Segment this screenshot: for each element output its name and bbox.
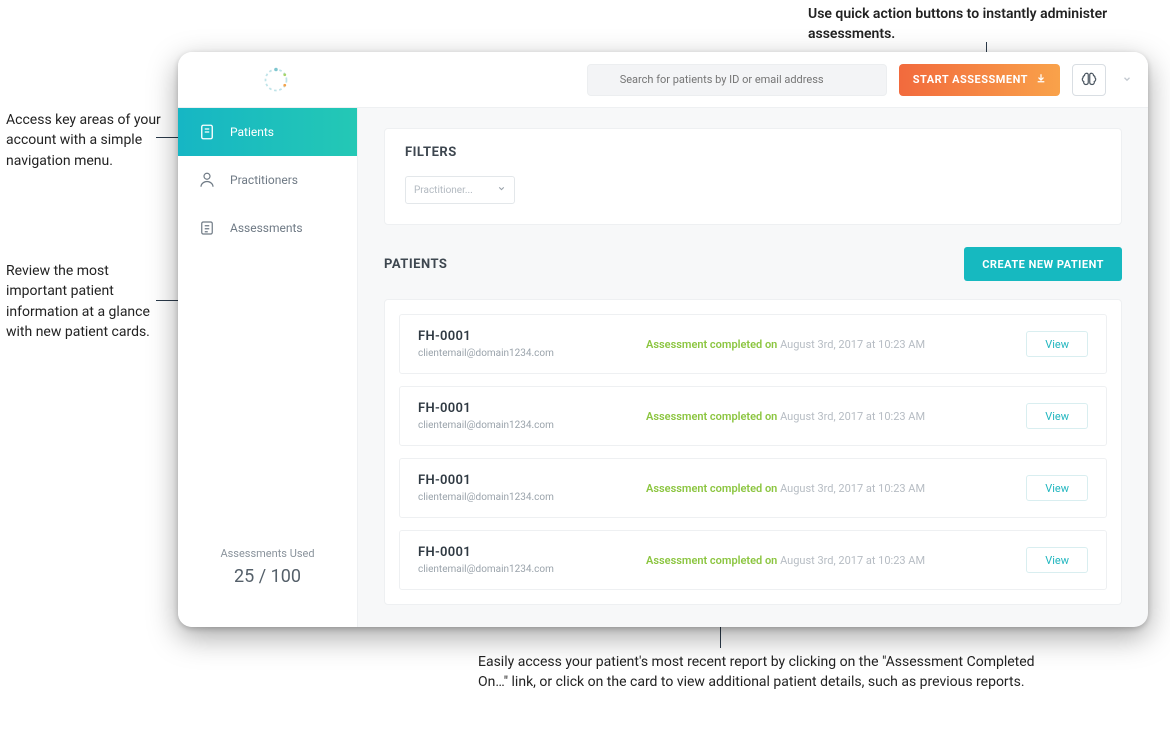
status-date: August 3rd, 2017 at 10:23 AM [780,554,925,567]
status-text: Assessment completed on [646,338,777,351]
view-button[interactable]: View [1026,403,1088,429]
practitioner-filter-select[interactable]: Practitioner... [405,176,515,204]
patients-icon [196,123,218,141]
app-body: Patients Practitioners Assessments Asses… [178,108,1148,627]
chevron-down-icon [497,184,506,196]
patient-id: FH-0001 [418,329,628,344]
filters-panel: FILTERS Practitioner... [384,128,1122,225]
search-input[interactable] [587,64,887,96]
patient-id: FH-0001 [418,401,628,416]
search-box [587,64,887,96]
status-date: August 3rd, 2017 at 10:23 AM [780,338,925,351]
status-date: August 3rd, 2017 at 10:23 AM [780,482,925,495]
annotation-top: Use quick action buttons to instantly ad… [808,4,1108,45]
patients-title: PATIENTS [384,257,447,272]
brain-button[interactable] [1072,64,1106,96]
app-window: START ASSESSMENT Patients [178,52,1148,627]
patient-card[interactable]: FH-0001 clientemail@domain1234.com Asses… [399,386,1107,446]
assessments-icon [196,219,218,237]
patient-id: FH-0001 [418,473,628,488]
create-new-patient-button[interactable]: CREATE NEW PATIENT [964,247,1122,281]
patient-status[interactable]: Assessment completed on August 3rd, 2017… [646,338,1008,351]
patient-card[interactable]: FH-0001 clientemail@domain1234.com Asses… [399,530,1107,590]
patient-email: clientemail@domain1234.com [418,420,628,431]
filters-title: FILTERS [385,129,1121,176]
sidebar-item-label: Patients [230,125,274,139]
view-button[interactable]: View [1026,475,1088,501]
patient-email: clientemail@domain1234.com [418,564,628,575]
patient-status[interactable]: Assessment completed on August 3rd, 2017… [646,554,1008,567]
usage-label: Assessments Used [188,547,347,560]
practitioner-filter-label: Practitioner... [414,185,473,196]
view-button[interactable]: View [1026,547,1088,573]
patients-section: PATIENTS CREATE NEW PATIENT FH-0001 clie… [384,247,1122,605]
status-date: August 3rd, 2017 at 10:23 AM [780,410,925,423]
patient-email: clientemail@domain1234.com [418,492,628,503]
annotation-left-nav: Access key areas of your account with a … [6,110,166,171]
patient-id: FH-0001 [418,545,628,560]
logo-icon [262,66,290,94]
sidebar-item-label: Practitioners [230,173,298,187]
patients-list: FH-0001 clientemail@domain1234.com Asses… [384,299,1122,605]
sidebar-item-label: Assessments [230,221,303,235]
status-text: Assessment completed on [646,554,777,567]
annotation-left-cards: Review the most important patient inform… [6,261,166,342]
patient-email: clientemail@domain1234.com [418,348,628,359]
usage-meter: Assessments Used 25 / 100 [178,517,357,627]
sidebar: Patients Practitioners Assessments Asses… [178,108,358,627]
sidebar-item-patients[interactable]: Patients [178,108,357,156]
patient-status[interactable]: Assessment completed on August 3rd, 2017… [646,410,1008,423]
topbar: START ASSESSMENT [178,52,1148,108]
logo [194,66,358,94]
patient-card[interactable]: FH-0001 clientemail@domain1234.com Asses… [399,314,1107,374]
usage-count: 25 / 100 [188,566,347,587]
status-text: Assessment completed on [646,482,777,495]
patient-card[interactable]: FH-0001 clientemail@domain1234.com Asses… [399,458,1107,518]
sidebar-item-practitioners[interactable]: Practitioners [178,156,357,204]
brain-icon [1080,71,1098,89]
start-assessment-label: START ASSESSMENT [913,73,1028,86]
annotation-bottom: Easily access your patient's most recent… [478,652,1038,693]
sidebar-item-assessments[interactable]: Assessments [178,204,357,252]
start-assessment-button[interactable]: START ASSESSMENT [899,64,1060,96]
download-icon [1036,73,1046,86]
content-area: FILTERS Practitioner... PATIENTS CREATE … [358,108,1148,627]
practitioners-icon [196,171,218,189]
chevron-down-icon[interactable] [1122,73,1132,87]
status-text: Assessment completed on [646,410,777,423]
view-button[interactable]: View [1026,331,1088,357]
patient-status[interactable]: Assessment completed on August 3rd, 2017… [646,482,1008,495]
